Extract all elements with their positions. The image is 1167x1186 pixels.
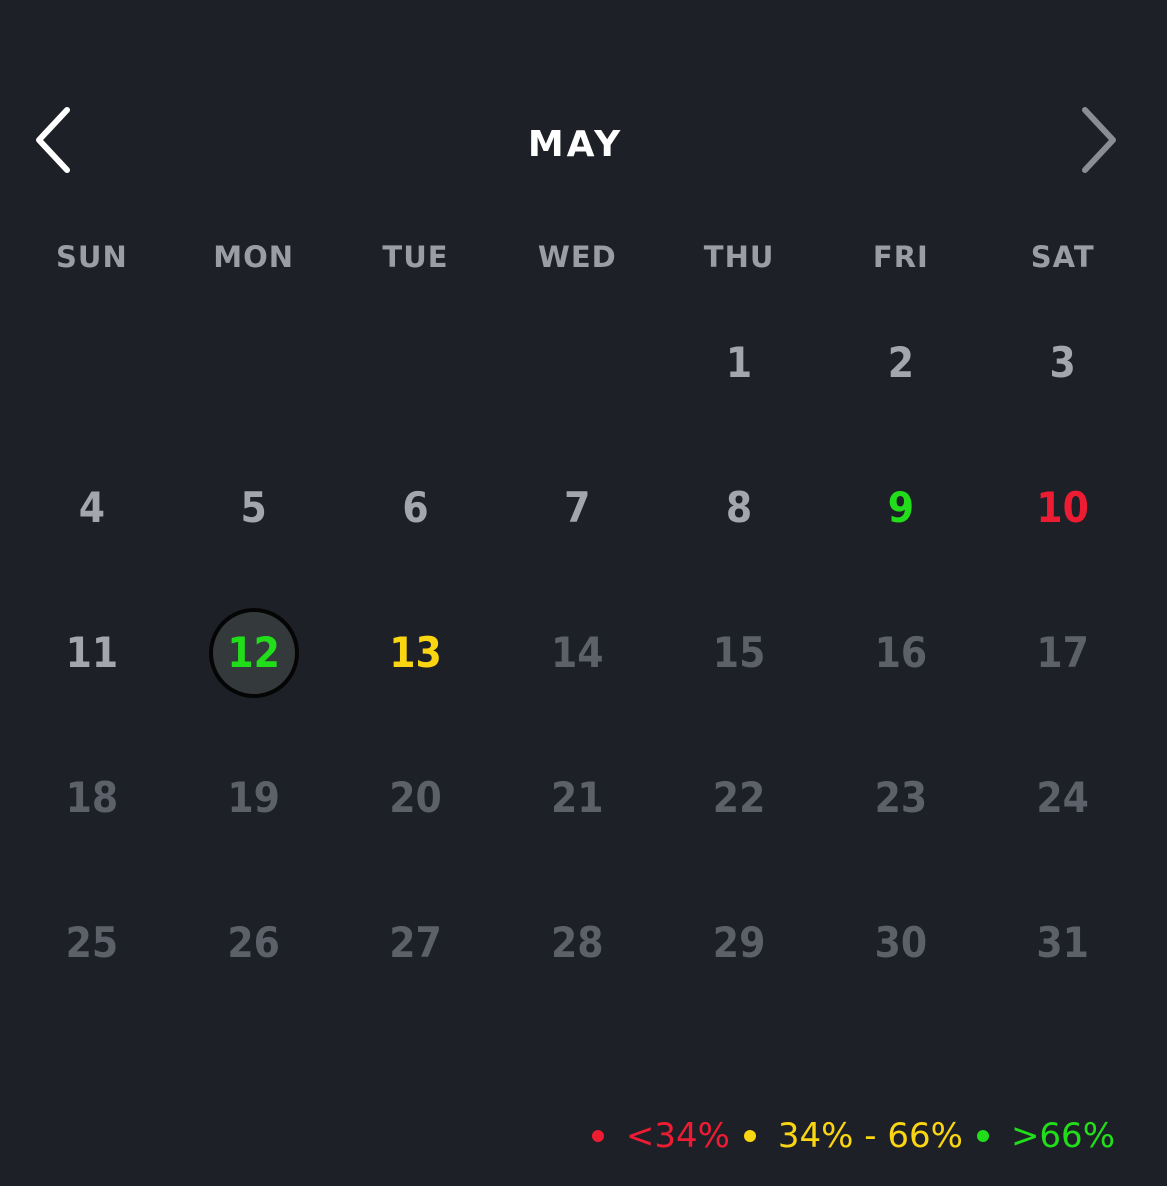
day-cell-8[interactable]: 8 bbox=[658, 435, 820, 580]
day-number: 2 bbox=[887, 338, 915, 387]
weekday-sun: SUN bbox=[56, 240, 128, 274]
day-cell-4[interactable]: 4 bbox=[11, 435, 173, 580]
day-cell-25[interactable]: 25 bbox=[11, 870, 173, 1015]
day-number: 28 bbox=[550, 918, 604, 967]
day-cell-3[interactable]: 3 bbox=[982, 290, 1144, 435]
day-number: 13 bbox=[389, 628, 442, 677]
day-cell-16[interactable]: 16 bbox=[820, 580, 982, 725]
day-number: 7 bbox=[564, 483, 591, 532]
day-number: 1 bbox=[725, 338, 753, 387]
next-month-button[interactable] bbox=[1058, 107, 1138, 180]
day-number: 20 bbox=[389, 773, 442, 822]
legend-label-green: >66% bbox=[1010, 1116, 1115, 1156]
day-cell-15[interactable]: 15 bbox=[658, 580, 820, 725]
day-cell-31[interactable]: 31 bbox=[982, 870, 1144, 1015]
day-cell-29[interactable]: 29 bbox=[658, 870, 820, 1015]
legend-dot-yellow bbox=[743, 1130, 756, 1142]
day-number: 21 bbox=[550, 773, 604, 822]
day-number: 10 bbox=[1036, 483, 1089, 532]
chevron-right-icon bbox=[1082, 107, 1116, 173]
legend-item-yellow: 34% - 66% bbox=[730, 1116, 963, 1156]
day-cell-13[interactable]: 13 bbox=[335, 580, 497, 725]
weekday-thu: THU bbox=[703, 240, 775, 274]
day-cell-6[interactable]: 6 bbox=[335, 435, 497, 580]
day-cell-22[interactable]: 22 bbox=[658, 725, 820, 870]
legend-label-yellow: 34% - 66% bbox=[777, 1116, 963, 1156]
day-cell-1[interactable]: 1 bbox=[658, 290, 820, 435]
day-cell-5[interactable]: 5 bbox=[173, 435, 335, 580]
day-cell-2[interactable]: 2 bbox=[820, 290, 982, 435]
day-number: 27 bbox=[389, 918, 442, 967]
day-cell-12[interactable]: 12 bbox=[173, 580, 335, 725]
day-number: 12 bbox=[208, 607, 299, 698]
day-number: 4 bbox=[78, 483, 106, 532]
day-number: 8 bbox=[725, 483, 753, 532]
day-number: 24 bbox=[1036, 773, 1089, 822]
empty-day-cell bbox=[173, 290, 335, 435]
empty-day-cell bbox=[496, 290, 658, 435]
empty-day-cell bbox=[11, 290, 173, 435]
day-cell-27[interactable]: 27 bbox=[335, 870, 497, 1015]
day-cell-21[interactable]: 21 bbox=[496, 725, 658, 870]
legend-item-red: <34% bbox=[578, 1116, 730, 1156]
day-cell-24[interactable]: 24 bbox=[982, 725, 1144, 870]
day-number: 23 bbox=[874, 773, 928, 822]
day-cell-11[interactable]: 11 bbox=[11, 580, 173, 725]
legend-dot-red bbox=[591, 1130, 604, 1142]
day-number: 17 bbox=[1036, 628, 1089, 677]
day-number: 11 bbox=[65, 628, 119, 677]
day-cell-28[interactable]: 28 bbox=[496, 870, 658, 1015]
legend-item-green: >66% bbox=[963, 1116, 1115, 1156]
weekday-wed: WED bbox=[537, 240, 617, 274]
day-cell-26[interactable]: 26 bbox=[173, 870, 335, 1015]
day-number: 15 bbox=[712, 628, 766, 677]
month-title: MAY bbox=[527, 124, 624, 165]
day-number: 16 bbox=[874, 628, 928, 677]
empty-day-cell bbox=[335, 290, 497, 435]
day-number: 30 bbox=[874, 918, 928, 967]
weekday-sat: SAT bbox=[1030, 240, 1095, 274]
day-cell-20[interactable]: 20 bbox=[335, 725, 497, 870]
day-cell-23[interactable]: 23 bbox=[820, 725, 982, 870]
day-number: 25 bbox=[65, 918, 119, 967]
weekday-tue: TUE bbox=[382, 240, 449, 274]
day-number: 3 bbox=[1049, 338, 1076, 387]
legend-label-red: <34% bbox=[625, 1116, 730, 1156]
legend-dot-green bbox=[976, 1130, 989, 1142]
day-number: 9 bbox=[887, 483, 915, 532]
day-cell-14[interactable]: 14 bbox=[496, 580, 658, 725]
day-number: 19 bbox=[227, 773, 280, 822]
day-number: 26 bbox=[227, 918, 280, 967]
day-cell-9[interactable]: 9 bbox=[820, 435, 982, 580]
day-number: 14 bbox=[550, 628, 604, 677]
day-cell-19[interactable]: 19 bbox=[173, 725, 335, 870]
day-cell-17[interactable]: 17 bbox=[982, 580, 1144, 725]
day-number: 29 bbox=[712, 918, 766, 967]
calendar-header: MAY bbox=[0, 90, 1167, 200]
day-cell-7[interactable]: 7 bbox=[496, 435, 658, 580]
weekday-fri: FRI bbox=[872, 240, 929, 274]
weekday-header-row: SUN MON TUE WED THU FRI SAT bbox=[11, 240, 1144, 290]
legend: <34% 34% - 66% >66% bbox=[578, 1112, 1115, 1160]
day-number: 18 bbox=[65, 773, 119, 822]
calendar-grid: 1 2 3 4 5 6 7 8 9 10 11 12 13 14 15 16 17 18 19 20 21 22 23 24 2… bbox=[11, 290, 1144, 1015]
day-cell-10[interactable]: 10 bbox=[982, 435, 1144, 580]
day-cell-30[interactable]: 30 bbox=[820, 870, 982, 1015]
day-number: 6 bbox=[402, 483, 429, 532]
day-number: 31 bbox=[1036, 918, 1089, 967]
day-cell-18[interactable]: 18 bbox=[11, 725, 173, 870]
weekday-mon: MON bbox=[213, 240, 295, 274]
day-number: 22 bbox=[712, 773, 766, 822]
day-number: 5 bbox=[240, 483, 267, 532]
